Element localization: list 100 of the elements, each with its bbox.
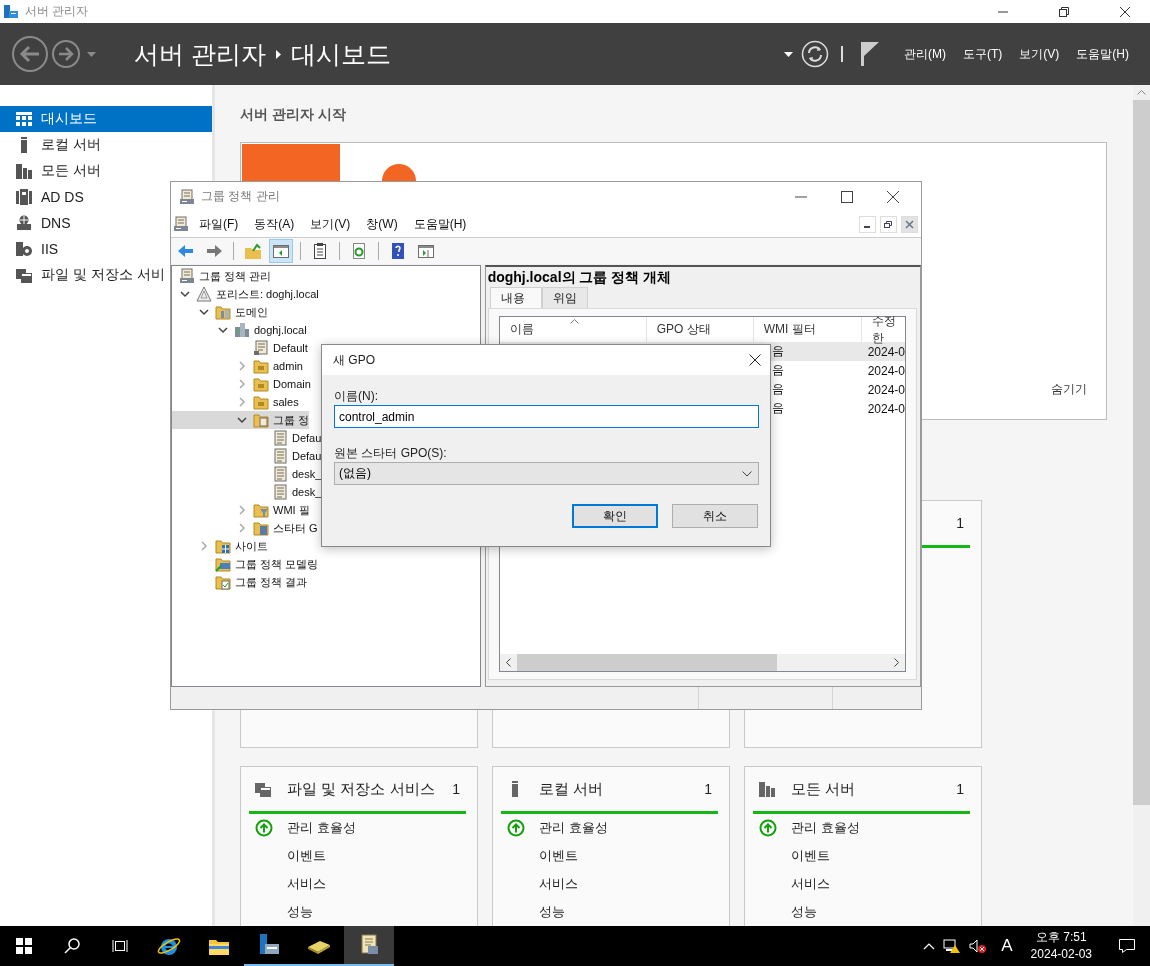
card-title[interactable]: 로컬 서버	[539, 779, 689, 799]
tree-item[interactable]: 포리스트: doghj.local	[172, 285, 319, 303]
card-link[interactable]: 관리 효율성	[791, 819, 860, 837]
restore-icon[interactable]	[880, 215, 897, 233]
menu-item[interactable]: 도움말(H)	[405, 215, 475, 233]
tree-item[interactable]: 그룹 정책 모델링	[172, 555, 319, 573]
close-icon[interactable]	[749, 354, 761, 366]
scroll-icon	[272, 448, 288, 464]
menu-item[interactable]: 창(W)	[358, 215, 406, 233]
starter-dropdown[interactable]: (없음)	[334, 462, 759, 485]
buildings-icon	[234, 322, 250, 338]
column-header[interactable]: 수정한	[871, 312, 905, 347]
window-title: 그룹 정책 관리	[201, 188, 280, 205]
tree-item[interactable]: 그룹 정책 관리	[172, 267, 272, 285]
restore-icon[interactable]	[1058, 5, 1070, 18]
sidebar-item[interactable]: 대시보드	[0, 106, 212, 132]
column-header[interactable]: 이름	[509, 321, 534, 338]
tab[interactable]: 내용	[489, 287, 542, 308]
tree-item[interactable]: Defau	[172, 429, 322, 447]
sidebar-item[interactable]: 로컬 서버	[0, 132, 105, 158]
tree-item[interactable]: Defau	[172, 447, 322, 465]
sidebar-item[interactable]: AD DS	[0, 184, 88, 210]
network-warning-icon[interactable]	[943, 938, 962, 954]
clock-date[interactable]: 2024-02-03	[1030, 946, 1092, 963]
tab[interactable]: 위임	[541, 287, 588, 308]
sort-caret-icon[interactable]	[569, 319, 579, 324]
input-indicator[interactable]: A	[1001, 936, 1013, 956]
menu-item[interactable]: 보기(V)	[302, 215, 359, 233]
chevron-up-icon[interactable]	[923, 942, 936, 950]
tree-item[interactable]: 도메인	[172, 303, 268, 321]
servers-icon	[16, 163, 32, 179]
card-link[interactable]: 이벤트	[287, 847, 326, 865]
back-icon[interactable]	[11, 35, 49, 73]
web-server-icon	[16, 241, 32, 257]
menu-item[interactable]: 동작(A)	[246, 215, 303, 233]
scroll-up-icon[interactable]	[1137, 90, 1146, 95]
close-icon[interactable]	[1119, 5, 1131, 18]
name-field[interactable]: control_admin	[334, 405, 759, 428]
caret-icon[interactable]	[784, 51, 793, 57]
scroll-icon	[272, 466, 288, 482]
cancel-button[interactable]: 취소	[672, 504, 758, 528]
menu-item[interactable]: 관리(M)	[904, 45, 946, 63]
card-link[interactable]: 이벤트	[791, 847, 830, 865]
menu-item[interactable]: 도구(T)	[963, 45, 1003, 63]
sidebar-item[interactable]: DNS	[0, 210, 75, 236]
tree-item[interactable]: 그룹 정	[172, 411, 310, 429]
card-link[interactable]: 관리 효율성	[287, 819, 356, 837]
tree-item[interactable]: 스타터 G	[172, 519, 318, 537]
tree-item[interactable]: WMI 필	[172, 501, 310, 519]
card-link[interactable]: 관리 효율성	[539, 819, 608, 837]
column-header[interactable]: WMI 필터	[763, 321, 816, 338]
sidebar-item[interactable]: IIS	[0, 236, 63, 262]
close-icon[interactable]	[887, 190, 899, 203]
scroll-left-icon[interactable]	[505, 658, 511, 667]
console-icon[interactable]	[173, 216, 189, 232]
menu-item[interactable]: 파일(F)	[191, 215, 247, 233]
folder-icon	[253, 376, 269, 392]
tree-item[interactable]: desk_	[172, 465, 322, 483]
column-header[interactable]: GPO 상태	[656, 321, 711, 338]
card-link[interactable]: 서비스	[287, 875, 326, 893]
hide-link[interactable]: 숨기기	[1051, 381, 1087, 398]
menu-item[interactable]: 보기(V)	[1019, 45, 1060, 63]
tree-item[interactable]: Domain	[172, 375, 311, 393]
tree-item[interactable]: admin	[172, 357, 303, 375]
scrollbar-thumb[interactable]	[516, 654, 777, 671]
taskbar-app[interactable]	[344, 926, 394, 966]
card-title[interactable]: 파일 및 저장소 서비스	[287, 779, 437, 799]
folder-icon	[215, 556, 231, 572]
tree-item[interactable]: doghj.local	[172, 321, 307, 339]
scroll-right-icon[interactable]	[894, 658, 899, 667]
card-link[interactable]: 성능	[791, 903, 817, 921]
scrollbar-thumb[interactable]	[1133, 100, 1150, 805]
tree-item[interactable]: desk_	[172, 483, 322, 501]
window-pane-icon[interactable]	[269, 239, 293, 263]
card-link[interactable]: 이벤트	[539, 847, 578, 865]
card-link[interactable]: 서비스	[791, 875, 830, 893]
volume-muted-icon[interactable]	[969, 938, 988, 954]
forward-icon[interactable]	[51, 39, 81, 69]
sidebar-item[interactable]: 파일 및 저장소 서비	[0, 262, 169, 288]
triangle-icon	[196, 286, 212, 302]
tree-item[interactable]: Default	[172, 339, 308, 357]
card-title[interactable]: 모든 서버	[791, 779, 941, 799]
breadcrumb-item[interactable]: 대시보드	[290, 37, 391, 71]
maximize-icon[interactable]	[841, 190, 853, 203]
refresh-icon[interactable]	[801, 40, 829, 68]
tree-item[interactable]: 그룹 정책 결과	[172, 573, 308, 591]
menu-item[interactable]: 도움말(H)	[1076, 45, 1129, 63]
notification-icon[interactable]	[1118, 938, 1136, 954]
tree-item[interactable]: 사이트	[172, 537, 268, 555]
card-link[interactable]: 성능	[539, 903, 565, 921]
card-link[interactable]: 서비스	[539, 875, 578, 893]
breadcrumb-item[interactable]: 서버 관리자	[134, 37, 266, 71]
minimize-icon[interactable]	[859, 215, 876, 233]
sidebar-item[interactable]: 모든 서버	[0, 158, 105, 184]
flag-icon[interactable]	[861, 42, 879, 66]
card-link[interactable]: 성능	[287, 903, 313, 921]
folder-icon	[215, 538, 231, 554]
tree-item[interactable]: sales	[172, 393, 299, 411]
ok-button[interactable]: 확인	[572, 504, 658, 528]
clock-time[interactable]: 오후 7:51	[1035, 929, 1087, 946]
